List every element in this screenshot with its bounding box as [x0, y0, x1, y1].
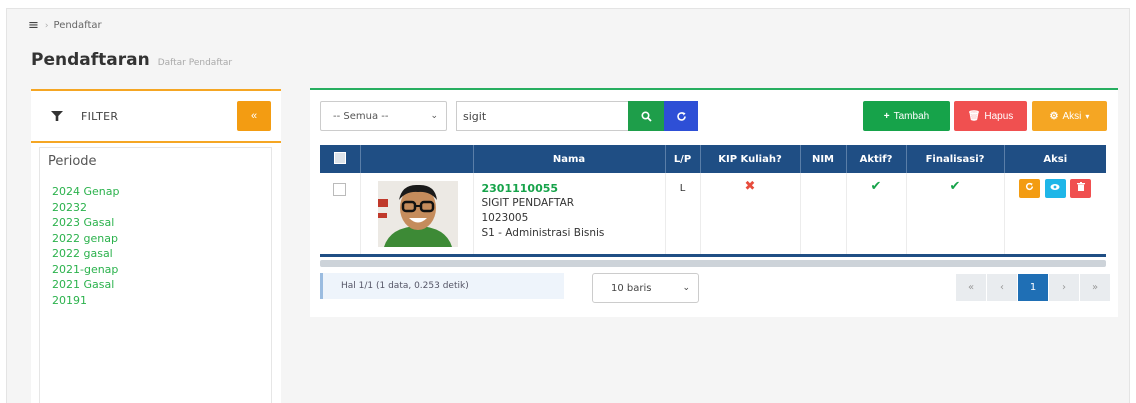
filter-panel: FILTER « Periode 2024 Genap 20232 2023 G… [31, 89, 281, 403]
refresh-button[interactable] [664, 101, 698, 131]
actions-button-label: Aksi [1062, 110, 1082, 122]
gear-icon: ⚙ [1049, 110, 1059, 122]
pagination: « ‹ 1 › » [956, 274, 1111, 301]
page-1-button[interactable]: 1 [1018, 274, 1049, 301]
periode-item[interactable]: 20191 [48, 293, 263, 309]
periode-item[interactable]: 2022 gasal [48, 246, 263, 262]
header-aktif: Aktif? [846, 145, 907, 173]
table-horizontal-scrollbar[interactable] [320, 260, 1106, 267]
header-finalisasi: Finalisasi? [906, 145, 1005, 173]
table-bottom-border [320, 254, 1106, 257]
row-actions-cell [1004, 173, 1106, 255]
page-subtitle: Daftar Pendaftar [157, 58, 233, 68]
periode-item[interactable]: 2022 genap [48, 231, 263, 247]
last-page-button[interactable]: » [1080, 274, 1111, 301]
hamburger-menu-icon[interactable]: ≡ [28, 18, 39, 33]
periode-item[interactable]: 2023 Gasal [48, 215, 263, 231]
search-icon [640, 110, 652, 122]
row-refresh-button[interactable] [1019, 179, 1041, 198]
main-panel: -- Semua -- ⌄ + Tambah 🗑 Hapus ⚙ Aksi ▾ [310, 88, 1118, 317]
breadcrumb-separator-icon: › [44, 20, 49, 31]
aktif-status-icon: ✔ [846, 173, 907, 255]
delete-button-label: Hapus [984, 110, 1014, 122]
refresh-icon [676, 111, 686, 121]
nama-cell: 2301110055 SIGIT PENDAFTAR 1023005 S1 - … [473, 173, 666, 255]
chevron-down-icon: ⌄ [682, 283, 690, 293]
filter-title: FILTER [81, 109, 119, 123]
trash-icon [1076, 182, 1085, 191]
periode-item[interactable]: 2021-genap [48, 262, 263, 278]
add-button[interactable]: + Tambah [863, 101, 950, 131]
applicant-name: SIGIT PENDAFTAR [481, 197, 575, 209]
plus-icon: + [883, 110, 890, 122]
trash-icon: 🗑 [967, 110, 981, 122]
header-nama: Nama [473, 145, 666, 173]
next-page-button[interactable]: › [1049, 274, 1080, 301]
row-checkbox[interactable] [333, 183, 347, 196]
breadcrumb-current: Pendaftar [53, 20, 102, 31]
rows-per-page-select[interactable]: 10 baris ⌄ [592, 273, 699, 303]
applicant-photo [377, 181, 458, 247]
status-select[interactable]: -- Semua -- ⌄ [320, 101, 447, 131]
photo-cell [360, 173, 474, 255]
refresh-icon [1026, 182, 1034, 191]
page-header: Pendaftaran Daftar Pendaftar [31, 50, 232, 70]
actions-dropdown-button[interactable]: ⚙ Aksi ▾ [1032, 101, 1107, 131]
first-page-button[interactable]: « [956, 274, 987, 301]
row-delete-button[interactable] [1070, 179, 1092, 198]
table-row: 2301110055 SIGIT PENDAFTAR 1023005 S1 - … [320, 173, 1106, 255]
row-checkbox-cell [320, 173, 361, 255]
prev-page-button[interactable]: ‹ [987, 274, 1018, 301]
table-header-row: Nama L/P KIP Kuliah? NIM Aktif? Finalisa… [320, 145, 1106, 173]
applicant-program: S1 - Administrasi Bisnis [481, 227, 605, 239]
search-button[interactable] [628, 101, 664, 131]
periode-label: Periode [48, 154, 97, 169]
select-all-cell [320, 145, 361, 173]
registration-number-link[interactable]: 2301110055 [482, 181, 665, 196]
periode-item[interactable]: 2021 Gasal [48, 277, 263, 293]
eye-icon [1050, 184, 1060, 190]
filter-funnel-icon [51, 111, 63, 121]
rows-per-page-value: 10 baris [611, 282, 652, 294]
pagination-info: Hal 1/1 (1 data, 0.253 detik) [320, 273, 564, 299]
nim-cell [800, 173, 847, 255]
breadcrumb: ≡ › Pendaftar [28, 18, 102, 33]
gender-cell: L [665, 173, 701, 255]
periode-item[interactable]: 2024 Genap [48, 184, 263, 200]
header-lp: L/P [665, 145, 701, 173]
kip-status-icon: ✖ [700, 173, 801, 255]
collapse-filter-button[interactable]: « [237, 101, 271, 131]
header-kip: KIP Kuliah? [700, 145, 801, 173]
add-button-label: Tambah [893, 110, 930, 122]
photo-header [360, 145, 474, 173]
applicant-code: 1023005 [481, 212, 529, 224]
periode-item[interactable]: 20232 [48, 200, 263, 216]
header-aksi: Aksi [1043, 153, 1068, 165]
status-select-value: -- Semua -- [333, 110, 389, 122]
page-title: Pendaftaran [31, 50, 150, 70]
finalisasi-status-icon: ✔ [906, 173, 1005, 255]
caret-down-icon: ▾ [1085, 111, 1090, 121]
select-all-checkbox[interactable] [333, 151, 346, 164]
periode-list: Periode 2024 Genap 20232 2023 Gasal 2022… [39, 147, 272, 403]
header-nim: NIM [800, 145, 847, 173]
applicant-photo-image [377, 181, 458, 247]
chevron-down-icon: ⌄ [430, 111, 438, 121]
row-view-button[interactable] [1044, 179, 1066, 198]
pendaftar-table: Nama L/P KIP Kuliah? NIM Aktif? Finalisa… [320, 145, 1106, 255]
delete-button[interactable]: 🗑 Hapus [954, 101, 1027, 131]
search-input[interactable] [456, 101, 630, 131]
